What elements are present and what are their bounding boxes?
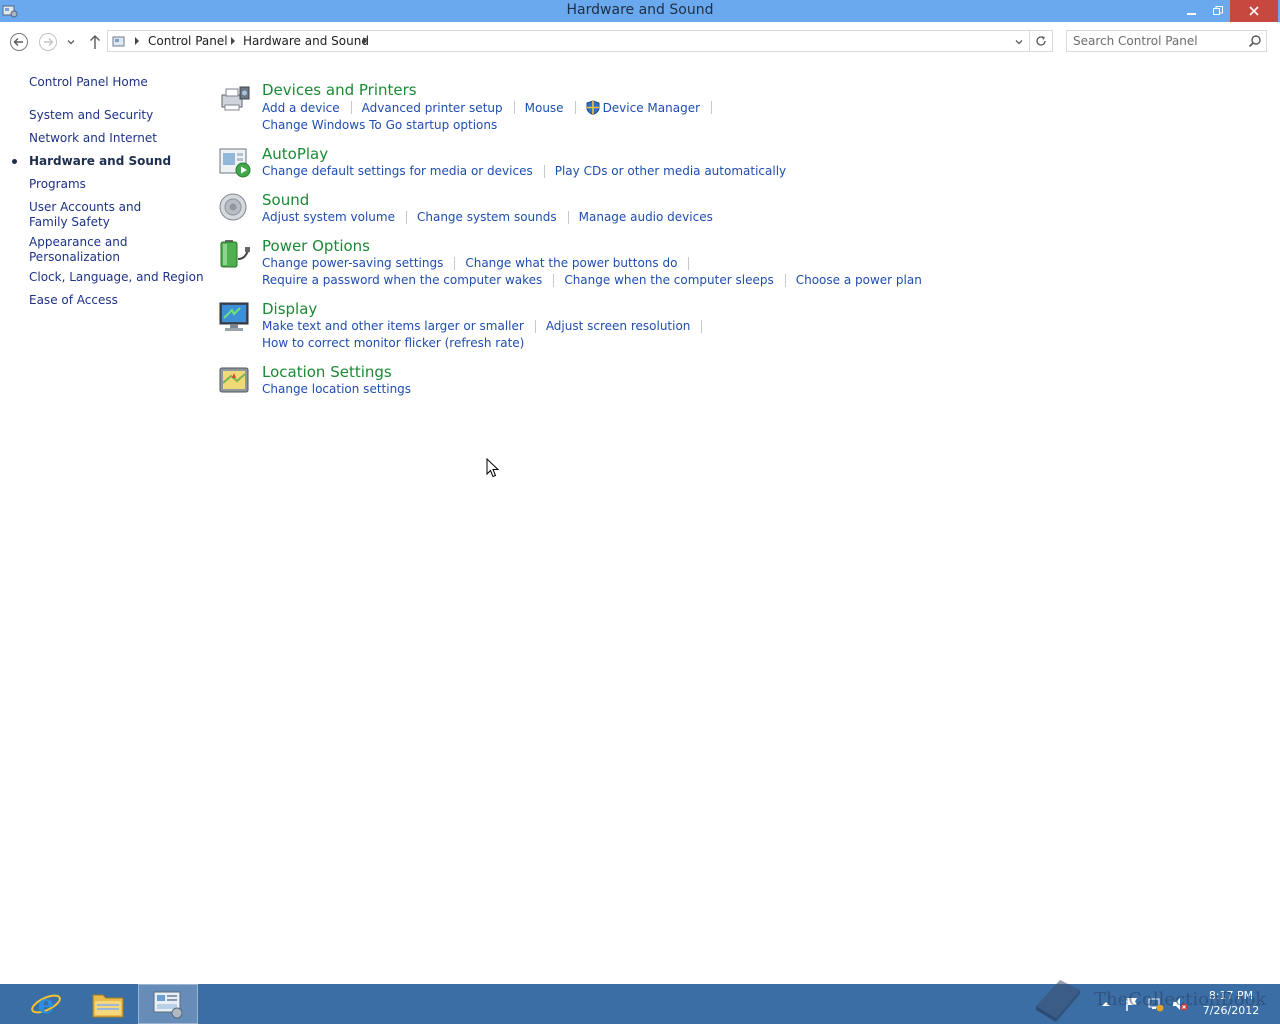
sidebar-item-clock-language-region[interactable]: Clock, Language, and Region	[29, 270, 204, 285]
play-cds-link[interactable]: Play CDs or other media automatically	[555, 164, 786, 178]
breadcrumb-hardware-and-sound[interactable]: Hardware and Sound	[243, 34, 369, 48]
sidebar-item-appearance[interactable]: Appearance and Personalization	[29, 235, 139, 265]
link-separator	[513, 101, 515, 114]
link-separator	[688, 256, 690, 270]
navigation-bar: Control Panel Hardware and Sound	[0, 22, 1280, 60]
chevron-down-icon	[67, 40, 75, 45]
recent-locations-button[interactable]	[62, 31, 80, 53]
book-icon	[1036, 980, 1080, 1022]
sidebar-item-user-accounts[interactable]: User Accounts and Family Safety	[29, 200, 179, 230]
location-icon[interactable]	[218, 363, 252, 397]
active-indicator	[12, 159, 17, 164]
autoplay-icon[interactable]	[218, 145, 252, 179]
link-separator	[701, 319, 703, 333]
link-separator	[405, 210, 407, 224]
search-box[interactable]	[1066, 30, 1267, 52]
chevron-right-icon[interactable]	[361, 36, 369, 46]
choose-power-plan-link[interactable]: Choose a power plan	[796, 273, 922, 287]
back-button[interactable]	[8, 31, 30, 53]
devices-and-printers-heading[interactable]: Devices and Printers	[262, 81, 417, 99]
sidebar-item-hardware-and-sound[interactable]: Hardware and Sound	[29, 154, 171, 169]
manage-audio-devices-link[interactable]: Manage audio devices	[579, 210, 713, 224]
sidebar-item-network-and-internet[interactable]: Network and Internet	[29, 131, 157, 146]
mouse-link[interactable]: Mouse	[525, 101, 564, 115]
battery-icon[interactable]	[218, 237, 252, 271]
monitor-icon[interactable]	[218, 300, 252, 334]
make-text-larger-link[interactable]: Make text and other items larger or smal…	[262, 319, 524, 333]
watermark-text: TheCollectionBook	[1094, 989, 1267, 1010]
sidebar-item-programs[interactable]: Programs	[29, 177, 86, 192]
mouse-cursor-icon	[486, 458, 500, 478]
adjust-system-volume-link[interactable]: Adjust system volume	[262, 210, 395, 224]
control-panel-icon	[112, 36, 125, 47]
link-separator	[784, 273, 786, 287]
power-options-heading[interactable]: Power Options	[262, 237, 370, 255]
refresh-icon	[1036, 36, 1046, 46]
add-a-device-link[interactable]: Add a device	[262, 101, 340, 115]
change-location-settings-link[interactable]: Change location settings	[262, 382, 411, 396]
shield-icon	[586, 100, 600, 115]
title-bar: Hardware and Sound	[0, 0, 1280, 22]
link-separator	[350, 101, 352, 114]
printer-icon[interactable]	[218, 81, 252, 115]
restore-button[interactable]	[1204, 0, 1232, 22]
up-button[interactable]	[84, 31, 106, 53]
change-power-saving-settings-link[interactable]: Change power-saving settings	[262, 256, 443, 270]
back-arrow-icon	[10, 33, 28, 51]
search-icon[interactable]	[1248, 34, 1262, 48]
link-separator	[534, 319, 536, 333]
address-bar[interactable]: Control Panel Hardware and Sound	[107, 30, 1030, 52]
link-separator	[574, 101, 576, 114]
minimize-icon	[1187, 13, 1196, 15]
adjust-screen-resolution-link[interactable]: Adjust screen resolution	[546, 319, 691, 333]
advanced-printer-setup-link[interactable]: Advanced printer setup	[362, 101, 503, 115]
speaker-icon[interactable]	[218, 191, 252, 225]
forward-arrow-icon	[39, 33, 57, 51]
change-default-settings-link[interactable]: Change default settings for media or dev…	[262, 164, 533, 178]
refresh-button[interactable]	[1030, 30, 1053, 52]
display-heading[interactable]: Display	[262, 300, 317, 318]
svg-text:e: e	[38, 990, 55, 1020]
address-dropdown-icon[interactable]	[1014, 37, 1024, 47]
control-panel-home-link[interactable]: Control Panel Home	[29, 75, 148, 90]
link-separator	[567, 210, 569, 224]
link-separator	[711, 101, 713, 114]
link-separator	[543, 164, 545, 178]
window-title: Hardware and Sound	[566, 2, 714, 18]
watermark: TheCollectionBook	[1030, 976, 1270, 1024]
close-button[interactable]	[1230, 0, 1278, 22]
location-settings-heading[interactable]: Location Settings	[262, 363, 392, 381]
internet-explorer-icon: e	[31, 990, 61, 1020]
chevron-right-icon[interactable]	[133, 36, 141, 46]
control-panel-icon	[153, 991, 183, 1019]
link-separator	[454, 256, 456, 270]
change-computer-sleeps-link[interactable]: Change when the computer sleeps	[564, 273, 773, 287]
file-explorer-button[interactable]	[78, 984, 138, 1024]
internet-explorer-button[interactable]: e	[16, 984, 76, 1024]
file-explorer-icon	[92, 994, 124, 1018]
change-power-buttons-link[interactable]: Change what the power buttons do	[465, 256, 677, 270]
restore-icon	[1213, 6, 1223, 15]
link-separator	[553, 273, 555, 287]
monitor-flicker-link[interactable]: How to correct monitor flicker (refresh …	[262, 336, 524, 350]
minimize-button[interactable]	[1178, 0, 1206, 22]
breadcrumb-control-panel[interactable]: Control Panel	[148, 34, 228, 48]
change-system-sounds-link[interactable]: Change system sounds	[417, 210, 557, 224]
sidebar-item-system-and-security[interactable]: System and Security	[29, 108, 153, 123]
windows-to-go-link[interactable]: Change Windows To Go startup options	[262, 118, 497, 132]
device-manager-link[interactable]: Device Manager	[603, 101, 700, 115]
sound-heading[interactable]: Sound	[262, 191, 309, 209]
require-password-on-wake-link[interactable]: Require a password when the computer wak…	[262, 273, 542, 287]
up-arrow-icon	[90, 35, 100, 49]
autoplay-heading[interactable]: AutoPlay	[262, 145, 328, 163]
control-panel-taskbar-button[interactable]	[138, 984, 198, 1024]
chevron-right-icon[interactable]	[229, 36, 237, 46]
forward-button[interactable]	[37, 31, 59, 53]
search-input[interactable]	[1073, 33, 1243, 49]
sidebar-item-ease-of-access[interactable]: Ease of Access	[29, 293, 118, 308]
close-icon	[1249, 6, 1259, 16]
